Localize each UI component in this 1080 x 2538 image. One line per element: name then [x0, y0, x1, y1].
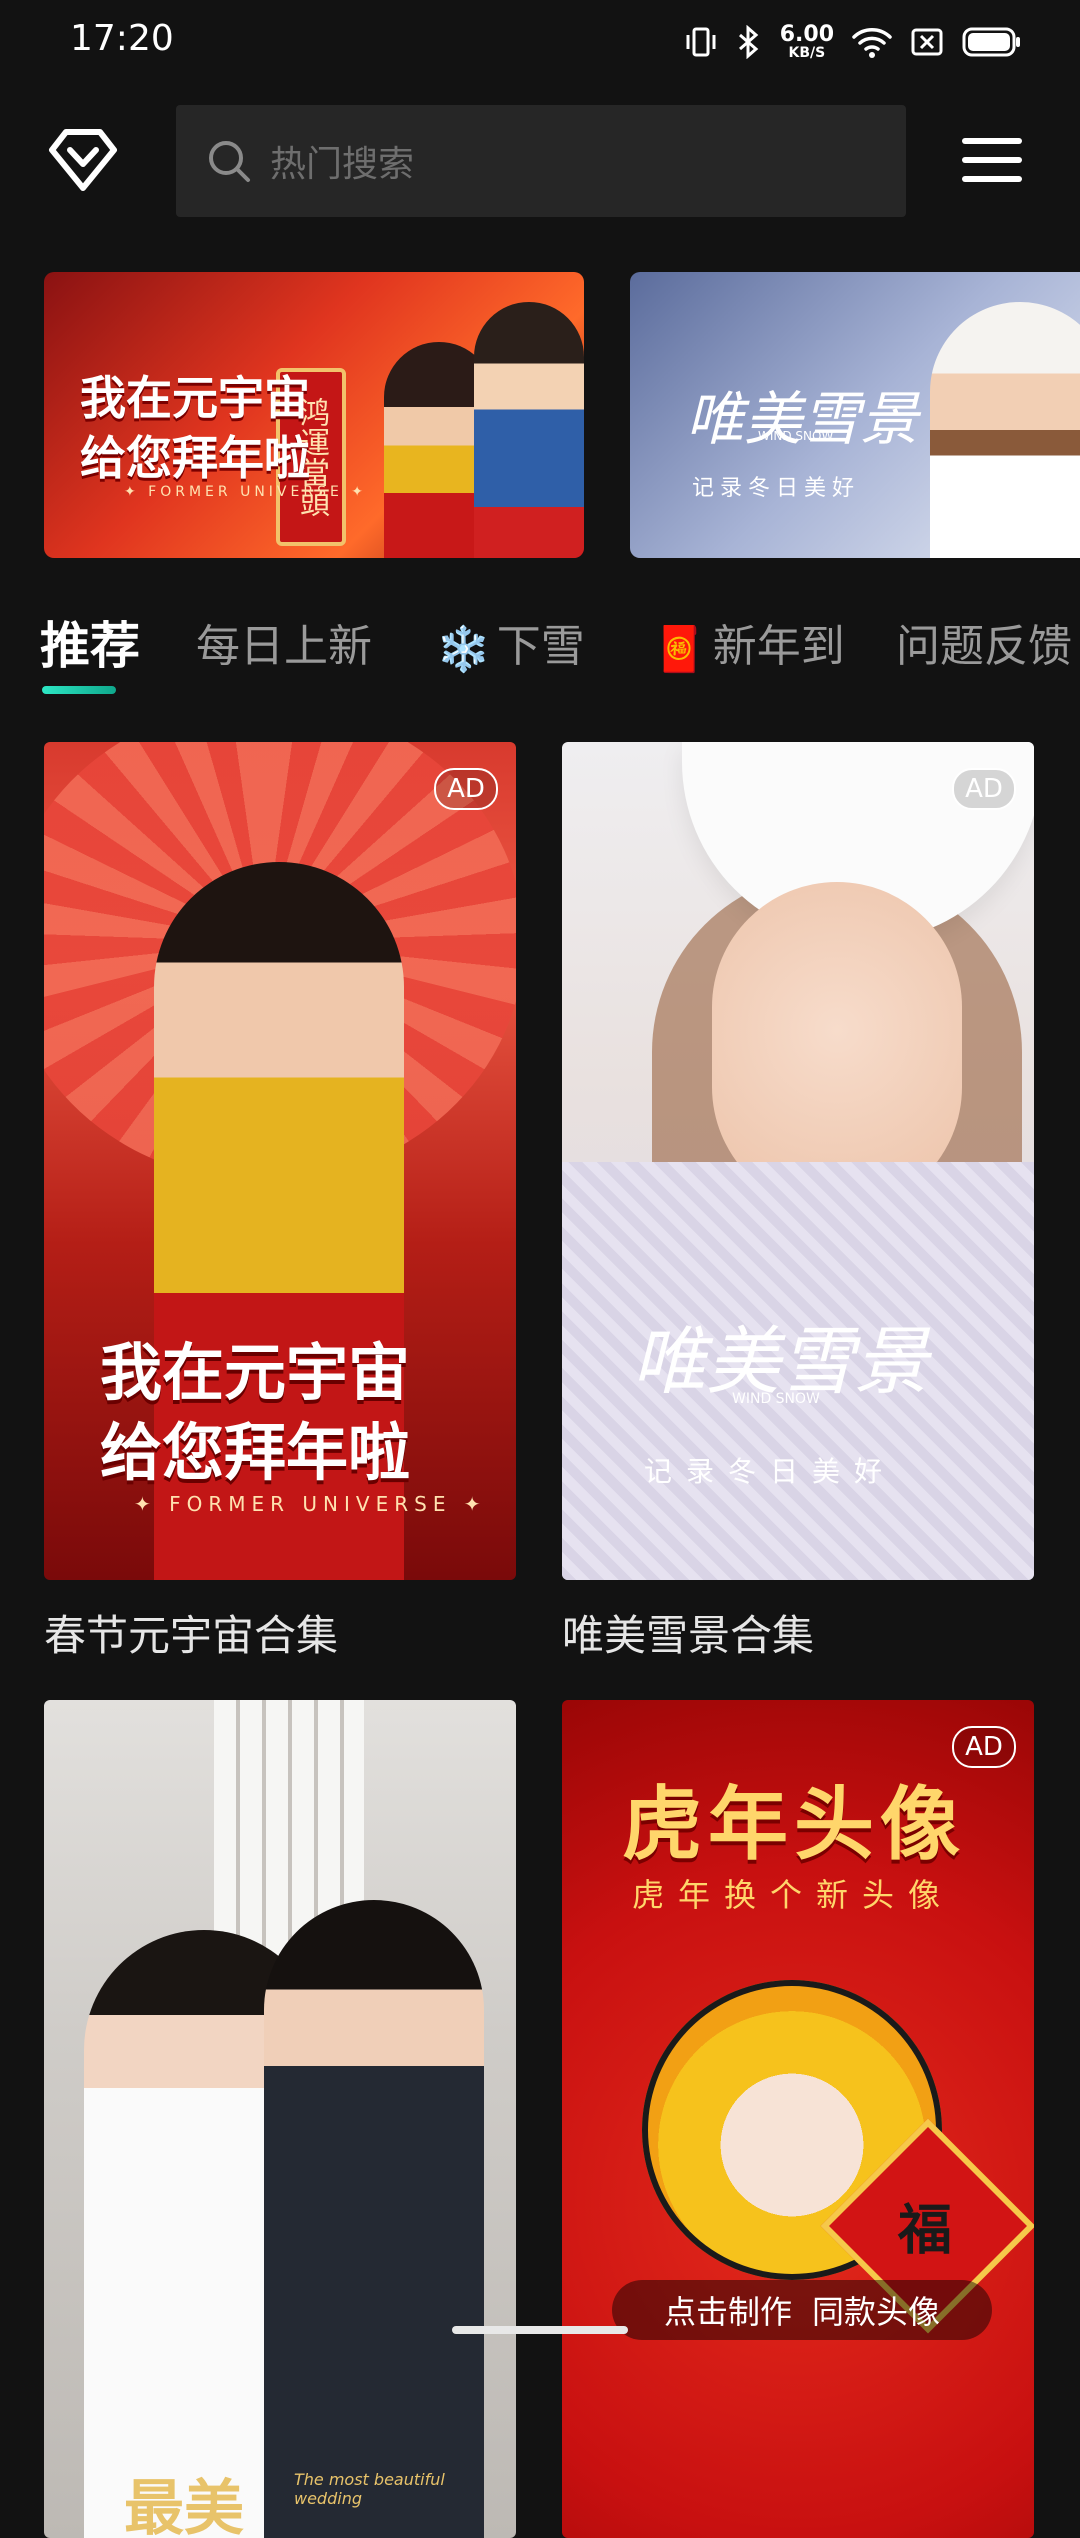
ad-badge: AD: [952, 1726, 1016, 1768]
status-time: 17:20: [70, 18, 174, 59]
tab-label: 新年到: [712, 621, 845, 672]
banner-title-line1: 我在元宇宙: [80, 371, 310, 425]
tab-label: 下雪: [496, 621, 585, 672]
vibrate-icon: [684, 25, 718, 59]
template-card[interactable]: 虎年头像 虎年换个新头像 福 点击制作 同款头像 AD: [562, 1700, 1034, 2538]
thumb-script: The most beautiful wedding: [294, 2470, 445, 2509]
thumb-title-line1: 我在元宇宙: [100, 1336, 411, 1409]
tab-recommend[interactable]: 推荐: [40, 606, 140, 678]
status-icons: 6.00 KB/S: [684, 20, 1022, 64]
ad-badge: AD: [952, 768, 1016, 810]
banner-person-illustration: [474, 302, 584, 558]
search-bar[interactable]: 热门搜索: [176, 105, 906, 217]
bluetooth-icon: [736, 25, 762, 59]
banner-title-line2: 给您拜年啦: [80, 431, 310, 485]
banner-subtitle: ✦ FORMER UNIVERSE ✦: [124, 484, 367, 500]
banner-english: WIND SNOW: [758, 429, 834, 443]
tab-label: 推荐: [40, 617, 140, 675]
template-card[interactable]: 最美 The most beautiful wedding: [44, 1700, 516, 2538]
banner-metaverse[interactable]: 鸿運當頭 我在元宇宙 给您拜年啦 ✦ FORMER UNIVERSE ✦: [44, 272, 584, 558]
battery-icon: [962, 25, 1022, 59]
sim-off-icon: [910, 25, 944, 59]
thumb-title-line2: 给您拜年啦: [100, 1416, 411, 1489]
snowflake-icon: ❄️: [436, 624, 491, 675]
card-title[interactable]: 春节元宇宙合集: [44, 1602, 516, 1663]
status-bar: 17:20 6.00 KB/S: [0, 0, 1080, 84]
thumb-subtitle: 记录冬日美好: [644, 1455, 897, 1488]
thumb-subtitle: 虎年换个新头像: [632, 1876, 955, 1914]
net-speed-value: 6.00: [779, 22, 834, 47]
red-envelope-icon: 🧧: [652, 624, 707, 675]
net-speed-unit: KB/S: [788, 45, 826, 61]
home-indicator[interactable]: [452, 2326, 628, 2334]
ad-badge: AD: [434, 768, 498, 810]
cta-right-label: 同款头像: [812, 2293, 941, 2331]
tab-label: 每日上新: [196, 621, 372, 672]
net-speed: 6.00 KB/S: [779, 22, 834, 61]
thumb-title: 虎年头像: [622, 1778, 966, 1871]
card-thumbnail[interactable]: 最美 The most beautiful wedding: [44, 1700, 516, 2538]
thumb-english: WIND SNOW: [732, 1391, 820, 1407]
category-tabs: 推荐 每日上新 ❄️ 下雪 🧧 新年到 问题反馈: [0, 600, 1080, 710]
card-thumbnail[interactable]: 虎年头像 虎年换个新头像 福 点击制作 同款头像 AD: [562, 1700, 1034, 2538]
search-icon: [209, 141, 250, 182]
banner-subtitle: 记录冬日美好: [692, 476, 861, 501]
tab-label: 问题反馈: [896, 621, 1072, 672]
banner-carousel[interactable]: 鸿運當頭 我在元宇宙 给您拜年啦 ✦ FORMER UNIVERSE ✦ 唯美雪…: [0, 272, 1080, 558]
groom-illustration: [264, 1900, 484, 2538]
diamond-heart-logo-icon[interactable]: [48, 128, 118, 192]
top-bar: 热门搜索: [0, 100, 1080, 220]
make-same-avatar-button[interactable]: 点击制作 同款头像: [612, 2280, 992, 2340]
tab-new-year[interactable]: 🧧 新年到: [652, 610, 845, 675]
hamburger-menu-icon[interactable]: [962, 138, 1022, 182]
thumb-title: 最美: [124, 2474, 244, 2538]
card-thumbnail[interactable]: 唯美雪景 WIND SNOW 记录冬日美好 AD: [562, 742, 1034, 1580]
card-thumbnail[interactable]: 我在元宇宙 给您拜年啦 ✦ FORMER UNIVERSE ✦ AD: [44, 742, 516, 1580]
wifi-icon: [852, 25, 892, 59]
search-placeholder: 热门搜索: [270, 144, 415, 185]
cta-left-label: 点击制作: [663, 2293, 792, 2331]
fu-character: 福: [897, 2198, 952, 2262]
tab-daily-new[interactable]: 每日上新: [196, 610, 372, 674]
card-title[interactable]: 唯美雪景合集: [562, 1602, 1034, 1663]
tab-snow[interactable]: ❄️ 下雪: [436, 610, 585, 675]
template-card[interactable]: 我在元宇宙 给您拜年啦 ✦ FORMER UNIVERSE ✦ AD 春节元宇宙…: [44, 742, 516, 1663]
template-card[interactable]: 唯美雪景 WIND SNOW 记录冬日美好 AD 唯美雪景合集: [562, 742, 1034, 1663]
thumb-subtitle: ✦ FORMER UNIVERSE ✦: [134, 1492, 487, 1516]
banner-title: 唯美雪景: [686, 385, 919, 453]
tab-feedback[interactable]: 问题反馈: [896, 610, 1072, 674]
banner-snow[interactable]: 唯美雪景 WIND SNOW 记录冬日美好: [630, 272, 1080, 558]
banner-person-illustration: [930, 302, 1080, 558]
tab-active-indicator: [42, 686, 116, 694]
